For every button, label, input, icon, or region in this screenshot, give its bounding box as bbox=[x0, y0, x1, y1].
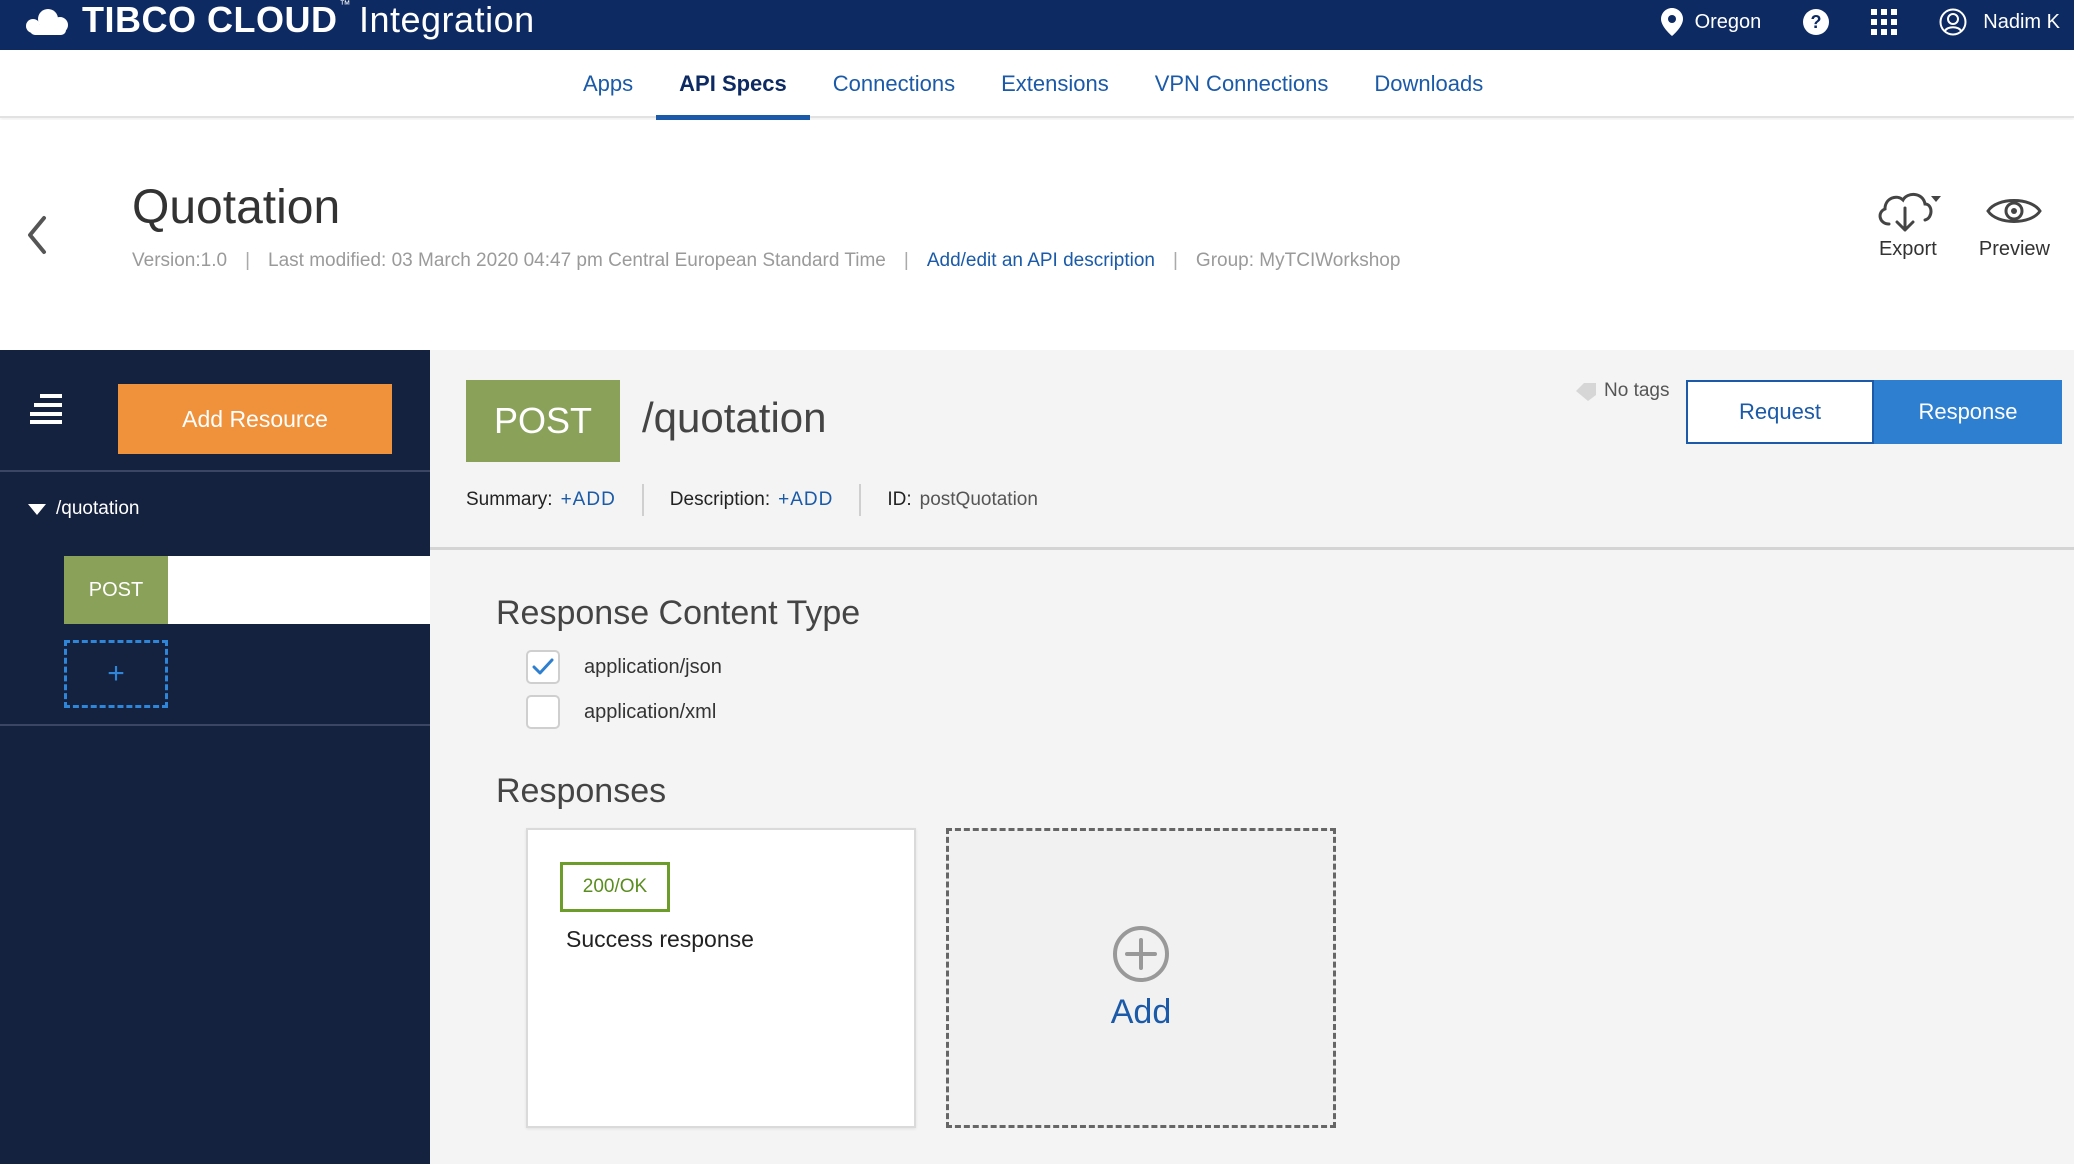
user-name: Nadim K bbox=[1983, 10, 2060, 33]
checkmark-icon bbox=[532, 658, 554, 675]
apps-grid-icon bbox=[1871, 9, 1898, 35]
cloud-download-icon bbox=[1878, 193, 1941, 232]
tab-api-specs[interactable]: API Specs bbox=[656, 50, 810, 120]
content-type-label: application/xml bbox=[584, 700, 717, 723]
add-response-card[interactable]: Add bbox=[946, 828, 1336, 1128]
spec-header: Quotation Version:1.0 | Last modified: 0… bbox=[0, 120, 2074, 350]
location-pin-icon bbox=[1660, 8, 1683, 36]
responses-heading: Responses bbox=[496, 772, 667, 810]
operation-path: /quotation bbox=[642, 394, 827, 441]
resource-sidebar: Add Resource /quotation POST + bbox=[0, 350, 430, 1164]
user-avatar-icon bbox=[1939, 8, 1967, 36]
region-label: Oregon bbox=[1694, 10, 1762, 33]
http-method-badge: POST bbox=[466, 380, 620, 462]
last-modified-label: Last modified: 03 March 2020 04:47 pm Ce… bbox=[268, 250, 886, 271]
content-type-label: application/json bbox=[584, 655, 722, 678]
collapse-menu-icon[interactable] bbox=[30, 394, 62, 424]
spec-meta: Version:1.0 | Last modified: 03 March 20… bbox=[132, 250, 1400, 272]
group-label: Group: MyTCIWorkshop bbox=[1195, 250, 1401, 271]
operation-header: POST /quotation No tags Request Response… bbox=[430, 350, 2074, 550]
request-tab[interactable]: Request bbox=[1686, 380, 1874, 444]
meta-divider bbox=[641, 484, 644, 516]
tibco-logo-icon bbox=[22, 3, 74, 37]
top-bar: TIBCO CLOUD ™ Integration Oregon ? Nadim… bbox=[0, 0, 2074, 50]
meta-separator: | bbox=[1172, 250, 1178, 271]
checkbox-checked[interactable] bbox=[526, 650, 560, 684]
tab-extensions[interactable]: Extensions bbox=[978, 50, 1132, 118]
tab-vpn-connections[interactable]: VPN Connections bbox=[1132, 50, 1352, 118]
response-tab[interactable]: Response bbox=[1874, 380, 2062, 444]
method-item-post[interactable]: POST bbox=[64, 556, 430, 624]
preview-label: Preview bbox=[1978, 238, 2050, 260]
checkbox-unchecked[interactable] bbox=[526, 695, 560, 729]
content-type-option[interactable]: application/xml bbox=[526, 695, 716, 729]
add-method-button[interactable]: + bbox=[64, 640, 168, 708]
tags-control[interactable]: No tags bbox=[1574, 380, 1669, 402]
version-label: Version:1.0 bbox=[132, 250, 228, 271]
resource-path-label: /quotation bbox=[56, 498, 140, 519]
response-description: Success response bbox=[566, 926, 754, 952]
brand[interactable]: TIBCO CLOUD ™ Integration bbox=[22, 0, 535, 40]
region-selector[interactable]: Oregon bbox=[1660, 8, 1762, 36]
add-description-op-link[interactable]: +ADD bbox=[778, 489, 833, 511]
help-button[interactable]: ? bbox=[1803, 9, 1830, 35]
id-key: ID: bbox=[887, 489, 912, 510]
tab-connections[interactable]: Connections bbox=[810, 50, 978, 118]
sidebar-divider bbox=[0, 470, 430, 472]
brand-name: TIBCO CLOUD ™ Integration bbox=[82, 0, 535, 40]
add-description-link[interactable]: Add/edit an API description bbox=[927, 250, 1155, 272]
header-actions: Export Preview bbox=[1837, 188, 2050, 261]
main-nav: Apps API Specs Connections Extensions VP… bbox=[0, 50, 2074, 120]
back-chevron-icon[interactable] bbox=[22, 210, 52, 260]
export-label: Export bbox=[1878, 238, 1937, 260]
summary-key: Summary: bbox=[466, 489, 553, 510]
preview-button[interactable]: Preview bbox=[1979, 188, 2050, 261]
meta-separator: | bbox=[245, 250, 251, 271]
response-content-type-heading: Response Content Type bbox=[496, 594, 861, 632]
eye-icon bbox=[1986, 199, 2043, 223]
page-title: Quotation bbox=[132, 181, 341, 234]
add-response-label: Add bbox=[1110, 992, 1172, 1031]
add-summary-link[interactable]: +ADD bbox=[561, 489, 616, 511]
tags-label: No tags bbox=[1604, 380, 1670, 401]
help-icon: ? bbox=[1803, 9, 1830, 35]
apps-menu-button[interactable] bbox=[1871, 9, 1898, 35]
user-menu[interactable]: Nadim K bbox=[1939, 8, 2060, 36]
content-type-option[interactable]: application/json bbox=[526, 650, 722, 684]
caret-down-icon bbox=[28, 503, 46, 515]
method-badge: POST bbox=[64, 556, 168, 624]
tab-downloads[interactable]: Downloads bbox=[1351, 50, 1506, 118]
export-button[interactable]: Export bbox=[1875, 188, 1941, 261]
svg-text:?: ? bbox=[1811, 12, 1822, 32]
response-card[interactable]: 200/OK Success response bbox=[526, 828, 916, 1128]
operation-panel: POST /quotation No tags Request Response… bbox=[430, 350, 2074, 1164]
sidebar-divider bbox=[0, 724, 430, 726]
tag-icon bbox=[1576, 383, 1596, 401]
top-right-tools: Oregon ? Nadim K bbox=[1660, 0, 2074, 44]
plus-circle-icon bbox=[1113, 925, 1169, 982]
operation-id: postQuotation bbox=[919, 489, 1038, 510]
description-key: Description: bbox=[669, 489, 771, 510]
request-response-toggle: Request Response bbox=[1686, 380, 2062, 444]
operation-meta: Summary: +ADD Description: +ADD ID: post… bbox=[466, 484, 1038, 516]
add-resource-button[interactable]: Add Resource bbox=[118, 384, 392, 454]
meta-separator: | bbox=[903, 250, 909, 271]
status-badge: 200/OK bbox=[560, 862, 670, 912]
resource-tree-item[interactable]: /quotation bbox=[28, 498, 139, 520]
meta-divider bbox=[859, 484, 862, 516]
tab-apps[interactable]: Apps bbox=[560, 50, 656, 118]
